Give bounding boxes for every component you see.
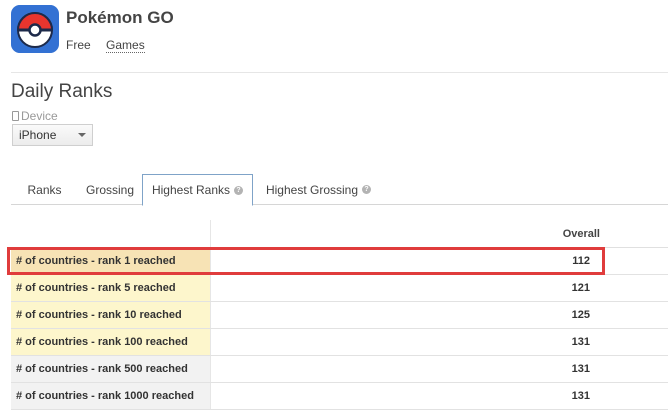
row-label: # of countries - rank 500 reached [11, 356, 211, 382]
table-row: # of countries - rank 500 reached 131 [11, 356, 668, 383]
table-row: # of countries - rank 1000 reached 131 [11, 383, 668, 410]
app-title: Pokémon GO [66, 8, 174, 27]
table-header: Overall [11, 220, 668, 248]
row-value: 131 [571, 390, 590, 402]
help-icon[interactable]: ? [362, 185, 372, 194]
chevron-down-icon [78, 133, 86, 137]
tab-highest-ranks-label: Highest Ranks [151, 183, 231, 197]
table-row: # of countries - rank 100 reached 131 [11, 329, 668, 356]
app-price: Free [66, 38, 91, 52]
row-label: # of countries - rank 5 reached [11, 275, 211, 301]
tab-grossing[interactable]: Grossing [78, 174, 142, 205]
tab-highest-ranks[interactable]: Highest Ranks ? [142, 174, 253, 206]
row-label: # of countries - rank 1000 reached [11, 383, 211, 409]
device-select[interactable]: iPhone [12, 124, 93, 146]
app-meta: Free Games [66, 38, 145, 53]
row-value: 121 [571, 282, 590, 294]
section-title: Daily Ranks [11, 81, 113, 102]
divider [11, 72, 668, 73]
row-label: # of countries - rank 10 reached [11, 302, 211, 328]
highest-ranks-table: Overall # of countries - rank 1 reached … [11, 220, 668, 410]
table-row: # of countries - rank 1 reached 112 [11, 248, 668, 275]
app-category-link[interactable]: Games [106, 38, 145, 53]
rank-tabs: Ranks Grossing Highest Ranks ? Highest G… [11, 174, 668, 206]
row-label: # of countries - rank 1 reached [11, 248, 211, 274]
tab-grossing-label: Grossing [85, 182, 135, 197]
device-select-value: iPhone [19, 128, 57, 142]
row-value: 112 [572, 255, 590, 267]
device-label: Device [12, 109, 58, 123]
table-row: # of countries - rank 5 reached 121 [11, 275, 668, 302]
help-icon[interactable]: ? [234, 185, 244, 195]
device-label-text: Device [21, 109, 58, 123]
pokeball-icon [11, 5, 59, 53]
tab-highest-grossing[interactable]: Highest Grossing ? [253, 174, 384, 205]
tab-ranks[interactable]: Ranks [11, 174, 78, 205]
row-label: # of countries - rank 100 reached [11, 329, 211, 355]
table-row: # of countries - rank 10 reached 125 [11, 302, 668, 329]
row-value: 131 [571, 336, 590, 348]
table-header-label-cell [11, 220, 211, 248]
tab-ranks-label: Ranks [27, 182, 62, 197]
tab-highest-grossing-label: Highest Grossing [265, 182, 359, 197]
column-header-overall: Overall [562, 228, 600, 240]
phone-icon [12, 111, 19, 121]
row-value: 125 [571, 309, 590, 321]
row-value: 131 [571, 363, 590, 375]
